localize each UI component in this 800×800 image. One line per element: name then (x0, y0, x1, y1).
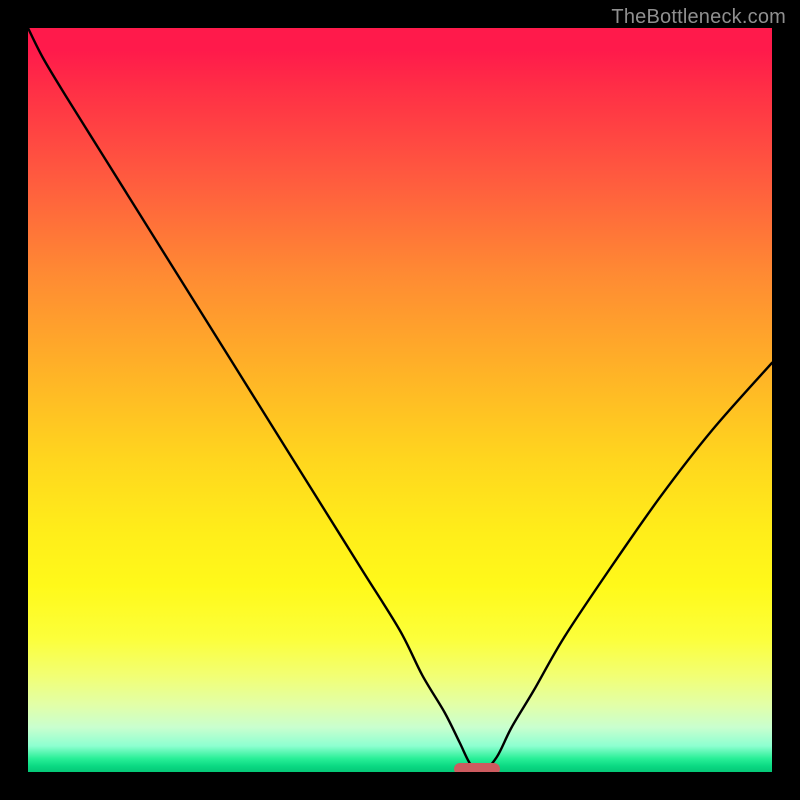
plot-area (28, 28, 772, 772)
chart-frame: TheBottleneck.com (0, 0, 800, 800)
bottleneck-curve (28, 28, 772, 772)
curve-layer (28, 28, 772, 772)
watermark-text: TheBottleneck.com (611, 6, 786, 29)
optimal-zone-marker (454, 763, 500, 772)
